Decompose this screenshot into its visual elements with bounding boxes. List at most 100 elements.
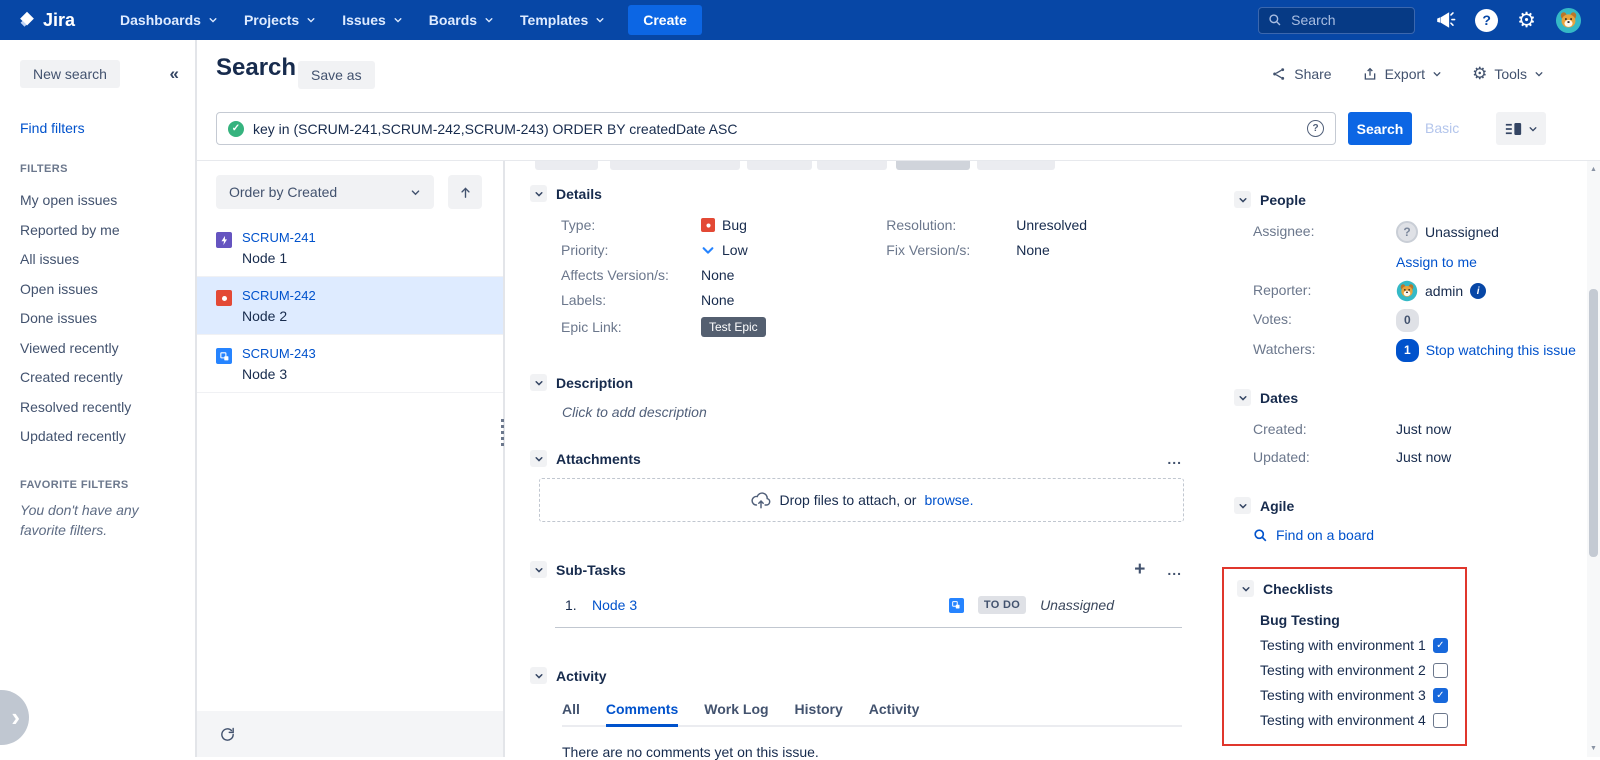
share-icon xyxy=(1271,66,1287,82)
sidebar-item-open-issues[interactable]: Open issues xyxy=(20,275,195,305)
reporter-value[interactable]: admin xyxy=(1425,281,1463,302)
epic-link-badge[interactable]: Test Epic xyxy=(701,317,766,337)
issue-cards: SCRUM-241 Node 1 SCRUM-242 Node 2 SCRUM-… xyxy=(197,219,503,393)
nav-projects[interactable]: Projects xyxy=(233,6,327,34)
info-icon[interactable]: i xyxy=(1470,283,1486,299)
description-placeholder[interactable]: Click to add description xyxy=(562,404,1182,420)
sidebar-item-done-issues[interactable]: Done issues xyxy=(20,304,195,334)
assignee-label: Assignee: xyxy=(1253,221,1396,273)
tab-work-log[interactable]: Work Log xyxy=(704,701,768,727)
attachments-dropzone[interactable]: Drop files to attach, or browse. xyxy=(539,478,1184,522)
type-label: Type: xyxy=(561,217,701,233)
bug-icon xyxy=(701,218,715,232)
jql-help-icon[interactable]: ? xyxy=(1307,120,1324,137)
collapse-checklists-icon[interactable] xyxy=(1237,580,1254,597)
collapse-subtasks-icon[interactable] xyxy=(530,561,547,578)
refresh-icon[interactable] xyxy=(219,726,236,743)
jira-logo[interactable]: Jira xyxy=(16,9,75,31)
priority-value[interactable]: Low xyxy=(701,242,748,258)
scroll-down-icon[interactable]: ▼ xyxy=(1587,745,1600,752)
type-value[interactable]: Bug xyxy=(701,217,747,233)
save-as-button[interactable]: Save as xyxy=(298,61,375,89)
sidebar-item-updated-recently[interactable]: Updated recently xyxy=(20,422,195,452)
checkbox[interactable]: ✓ xyxy=(1433,688,1448,703)
assignee-row: Assignee: ? Unassigned Assign to me xyxy=(1253,221,1590,273)
tab-activity[interactable]: Activity xyxy=(869,701,920,727)
collapse-description-icon[interactable] xyxy=(530,374,547,391)
sidebar-item-viewed-recently[interactable]: Viewed recently xyxy=(20,334,195,364)
issue-list-footer xyxy=(197,711,503,757)
collapse-details-icon[interactable] xyxy=(530,185,547,202)
help-icon[interactable]: ? xyxy=(1475,9,1498,32)
find-filters-link[interactable]: Find filters xyxy=(20,120,195,136)
nav-dashboards[interactable]: Dashboards xyxy=(109,6,229,34)
scrollbar-thumb[interactable] xyxy=(1589,289,1598,557)
details-fields: Type: Bug Priority: Low Affects Version/… xyxy=(561,217,1182,346)
collapse-sidebar-icon[interactable]: « xyxy=(170,64,179,84)
global-search-input[interactable]: Search xyxy=(1258,7,1415,34)
tab-history[interactable]: History xyxy=(795,701,843,727)
scroll-up-icon[interactable]: ▲ xyxy=(1587,166,1600,173)
subtask-link[interactable]: Node 3 xyxy=(592,597,637,613)
checkbox[interactable]: ✓ xyxy=(1433,713,1448,728)
subtasks-more-icon[interactable]: ... xyxy=(1167,562,1182,578)
search-button[interactable]: Search xyxy=(1348,112,1412,145)
announcements-icon[interactable] xyxy=(1434,9,1456,31)
nav-templates[interactable]: Templates xyxy=(509,6,616,34)
jql-valid-icon: ✓ xyxy=(228,121,244,137)
new-search-button[interactable]: New search xyxy=(20,60,120,88)
order-by-dropdown[interactable]: Order by Created xyxy=(216,175,434,209)
assignee-value[interactable]: Unassigned xyxy=(1425,222,1499,243)
sidebar-item-reported-by-me[interactable]: Reported by me xyxy=(20,216,195,246)
subtask-status-badge[interactable]: TO DO xyxy=(978,596,1026,614)
issue-card-scrum-243[interactable]: SCRUM-243 Node 3 xyxy=(197,335,503,393)
watchers-badge[interactable]: 1 xyxy=(1396,339,1419,362)
sidebar-item-all-issues[interactable]: All issues xyxy=(20,245,195,275)
attachments-more-icon[interactable]: ... xyxy=(1167,451,1182,467)
sidebar-item-my-open-issues[interactable]: My open issues xyxy=(20,186,195,216)
issue-card-scrum-241[interactable]: SCRUM-241 Node 1 xyxy=(197,219,503,277)
collapse-agile-icon[interactable] xyxy=(1234,497,1251,514)
stop-watching-link[interactable]: Stop watching this issue xyxy=(1426,340,1576,361)
jql-query-input[interactable]: ✓ key in (SCRUM-241,SCRUM-242,SCRUM-243)… xyxy=(216,112,1336,145)
view-layout-toggle[interactable] xyxy=(1496,112,1546,145)
votes-badge[interactable]: 0 xyxy=(1396,309,1419,332)
panel-resize-handle[interactable] xyxy=(501,419,504,446)
toolbar-stub xyxy=(747,161,812,170)
search-header: Search Save as Share Export ⚙ Tools ✓ ke… xyxy=(197,40,1600,160)
checklist-item-3: Testing with environment 3 ✓ xyxy=(1260,688,1465,703)
checklist-item-label: Testing with environment 4 xyxy=(1260,713,1426,728)
nav-issues[interactable]: Issues xyxy=(331,6,414,34)
issue-card-scrum-242[interactable]: SCRUM-242 Node 2 xyxy=(197,277,503,335)
checkbox[interactable]: ✓ xyxy=(1433,663,1448,678)
tab-all[interactable]: All xyxy=(562,701,580,727)
find-on-board-link[interactable]: Find on a board xyxy=(1253,527,1590,543)
add-subtask-icon[interactable]: + xyxy=(1134,560,1145,579)
vertical-scrollbar[interactable]: ▲ ▼ xyxy=(1587,161,1600,757)
browse-link[interactable]: browse. xyxy=(924,492,973,508)
assign-to-me-link[interactable]: Assign to me xyxy=(1396,252,1588,273)
created-row: Created: Just now xyxy=(1253,419,1590,440)
basic-mode-link[interactable]: Basic xyxy=(1425,120,1459,136)
dates-heading: Dates xyxy=(1260,390,1298,406)
people-section-header: People xyxy=(1234,191,1590,208)
tab-comments[interactable]: Comments xyxy=(606,701,678,727)
share-button[interactable]: Share xyxy=(1271,65,1331,82)
people-heading: People xyxy=(1260,192,1306,208)
nav-boards[interactable]: Boards xyxy=(418,6,505,34)
subtask-icon xyxy=(949,598,964,613)
create-button[interactable]: Create xyxy=(628,5,702,35)
collapse-activity-icon[interactable] xyxy=(530,667,547,684)
collapse-dates-icon[interactable] xyxy=(1234,389,1251,406)
sidebar-item-resolved-recently[interactable]: Resolved recently xyxy=(20,393,195,423)
tools-button[interactable]: ⚙ Tools xyxy=(1472,65,1544,82)
collapse-people-icon[interactable] xyxy=(1234,191,1251,208)
sidebar-item-created-recently[interactable]: Created recently xyxy=(20,363,195,393)
collapse-attachments-icon[interactable] xyxy=(530,450,547,467)
export-button[interactable]: Export xyxy=(1362,65,1442,82)
sort-direction-button[interactable] xyxy=(448,175,482,209)
checkbox[interactable]: ✓ xyxy=(1433,638,1448,653)
settings-gear-icon[interactable]: ⚙ xyxy=(1517,10,1536,31)
affects-version-value: None xyxy=(701,267,734,283)
user-avatar[interactable] xyxy=(1555,7,1582,34)
